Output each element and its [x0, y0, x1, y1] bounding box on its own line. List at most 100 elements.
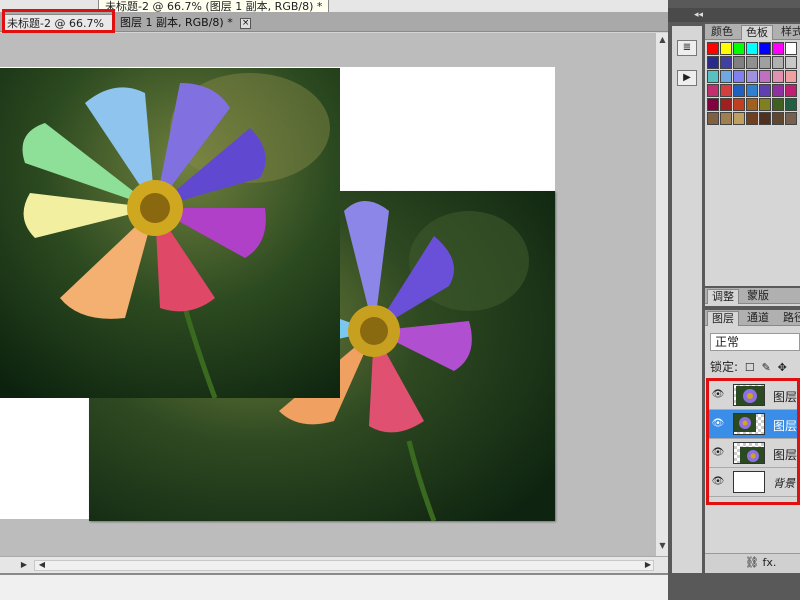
color-swatch[interactable] [785, 84, 797, 97]
status-menu-arrow-icon[interactable]: ▶ [18, 559, 30, 571]
eye-icon[interactable]: 👁 [711, 447, 725, 459]
horizontal-scrollbar[interactable]: ▶ ◀ ▶ [0, 556, 668, 573]
tab-adjustments[interactable]: 调整 [707, 289, 739, 304]
blend-mode-select[interactable]: 正常 [710, 333, 800, 351]
layer-thumbnail [733, 413, 765, 435]
color-swatch[interactable] [785, 70, 797, 83]
color-swatch[interactable] [759, 70, 771, 83]
layer-thumbnail [733, 471, 765, 493]
color-swatch[interactable] [772, 42, 784, 55]
flower-photo-layer-front[interactable] [0, 68, 340, 398]
color-swatch[interactable] [733, 56, 745, 69]
color-swatch[interactable] [759, 112, 771, 125]
scroll-track[interactable] [34, 560, 654, 571]
color-swatch[interactable] [733, 70, 745, 83]
tab-paths[interactable]: 路径 [779, 311, 800, 326]
layer-row[interactable]: 👁 图层 [707, 439, 800, 468]
layer-thumbnail [733, 384, 765, 406]
eye-icon[interactable]: 👁 [711, 476, 725, 488]
color-swatch[interactable] [720, 56, 732, 69]
history-icon[interactable]: ≣ [677, 40, 697, 56]
color-swatch[interactable] [733, 112, 745, 125]
tab-channels[interactable]: 通道 [743, 311, 773, 326]
lock-image-icon[interactable]: ✎ [762, 360, 771, 376]
color-swatch[interactable] [733, 42, 745, 55]
color-swatch[interactable] [733, 98, 745, 111]
color-swatch[interactable] [772, 112, 784, 125]
color-swatch[interactable] [707, 84, 719, 97]
adjustments-panel-tabs: 调整 蒙版 [705, 288, 800, 304]
color-swatch[interactable] [759, 56, 771, 69]
swatch-row [707, 56, 800, 70]
color-swatch[interactable] [720, 84, 732, 97]
color-swatch[interactable] [746, 112, 758, 125]
color-swatch[interactable] [746, 70, 758, 83]
scroll-right-icon[interactable]: ▶ [642, 559, 654, 571]
layer-name: 图层 [773, 419, 798, 433]
color-swatch[interactable] [759, 84, 771, 97]
tab-masks[interactable]: 蒙版 [743, 289, 773, 304]
actions-play-icon[interactable]: ▶ [677, 70, 697, 86]
tab-styles[interactable]: 样式 [777, 25, 800, 40]
color-swatch[interactable] [746, 42, 758, 55]
tab-active-document[interactable]: 未标题-2 @ 66.7% [2, 14, 114, 32]
lock-position-icon[interactable]: ✥ [778, 360, 787, 376]
color-swatch[interactable] [785, 56, 797, 69]
color-swatch[interactable] [746, 98, 758, 111]
dock-collapse-button[interactable]: ◂◂ [668, 8, 800, 22]
tab-swatches[interactable]: 色板 [741, 25, 773, 40]
layer-row[interactable]: 👁 背景 [707, 468, 800, 497]
flower-image [0, 68, 340, 398]
swatch-row [707, 70, 800, 84]
color-swatch[interactable] [720, 112, 732, 125]
scroll-left-icon[interactable]: ◀ [36, 559, 48, 571]
adjustments-panel: 调整 蒙版 [705, 288, 800, 306]
layer-row[interactable]: 👁 图层 [707, 410, 800, 439]
color-swatch[interactable] [772, 56, 784, 69]
lock-row: 锁定: ☐ ✎ ✥ [710, 359, 800, 375]
color-swatch[interactable] [707, 56, 719, 69]
color-swatch[interactable] [772, 84, 784, 97]
color-swatch[interactable] [785, 98, 797, 111]
scroll-up-icon[interactable]: ▲ [658, 35, 667, 44]
color-swatch[interactable] [772, 70, 784, 83]
color-swatch[interactable] [746, 84, 758, 97]
layer-name: 图层 [773, 448, 798, 462]
swatches-panel-tabs: 颜色 色板 样式 [705, 24, 800, 40]
color-swatch[interactable] [720, 42, 732, 55]
swatch-row [707, 112, 800, 126]
layer-row[interactable]: 👁 图层 [707, 381, 800, 410]
document-tab-bar: 未标题-2 @ 66.7% 图层 1 副本, RGB/8) * × [0, 12, 668, 32]
tab-color[interactable]: 颜色 [707, 25, 737, 40]
color-swatch[interactable] [759, 98, 771, 111]
tab-label: 未标题-2 @ 66.7% [7, 17, 104, 30]
vertical-scrollbar[interactable]: ▲ ▼ [655, 33, 668, 556]
canvas-area[interactable] [0, 33, 655, 556]
color-swatch[interactable] [746, 56, 758, 69]
swatch-row [707, 84, 800, 98]
color-swatch[interactable] [759, 42, 771, 55]
layers-panel-tabs: 图层 通道 路径 [705, 310, 800, 326]
scroll-down-icon[interactable]: ▼ [658, 541, 667, 550]
layers-panel-footer[interactable]: ⛓ fx. [705, 553, 800, 573]
close-icon[interactable]: × [240, 17, 252, 29]
color-swatch[interactable] [785, 42, 797, 55]
color-swatch[interactable] [707, 42, 719, 55]
swatch-grid [707, 42, 800, 126]
color-swatch[interactable] [720, 98, 732, 111]
lock-label: 锁定: [710, 360, 739, 374]
color-swatch[interactable] [772, 98, 784, 111]
tab-layers[interactable]: 图层 [707, 311, 739, 326]
color-swatch[interactable] [707, 98, 719, 111]
lock-transparent-icon[interactable]: ☐ [745, 360, 755, 376]
eye-icon[interactable]: 👁 [711, 418, 725, 430]
layer-thumbnail [733, 442, 765, 464]
color-swatch[interactable] [785, 112, 797, 125]
color-swatch[interactable] [720, 70, 732, 83]
color-swatch[interactable] [733, 84, 745, 97]
eye-icon[interactable]: 👁 [711, 389, 725, 401]
layer-name: 背景 [773, 477, 795, 490]
color-swatch[interactable] [707, 70, 719, 83]
tab-document-2[interactable]: 图层 1 副本, RGB/8) * × [116, 14, 256, 32]
color-swatch[interactable] [707, 112, 719, 125]
